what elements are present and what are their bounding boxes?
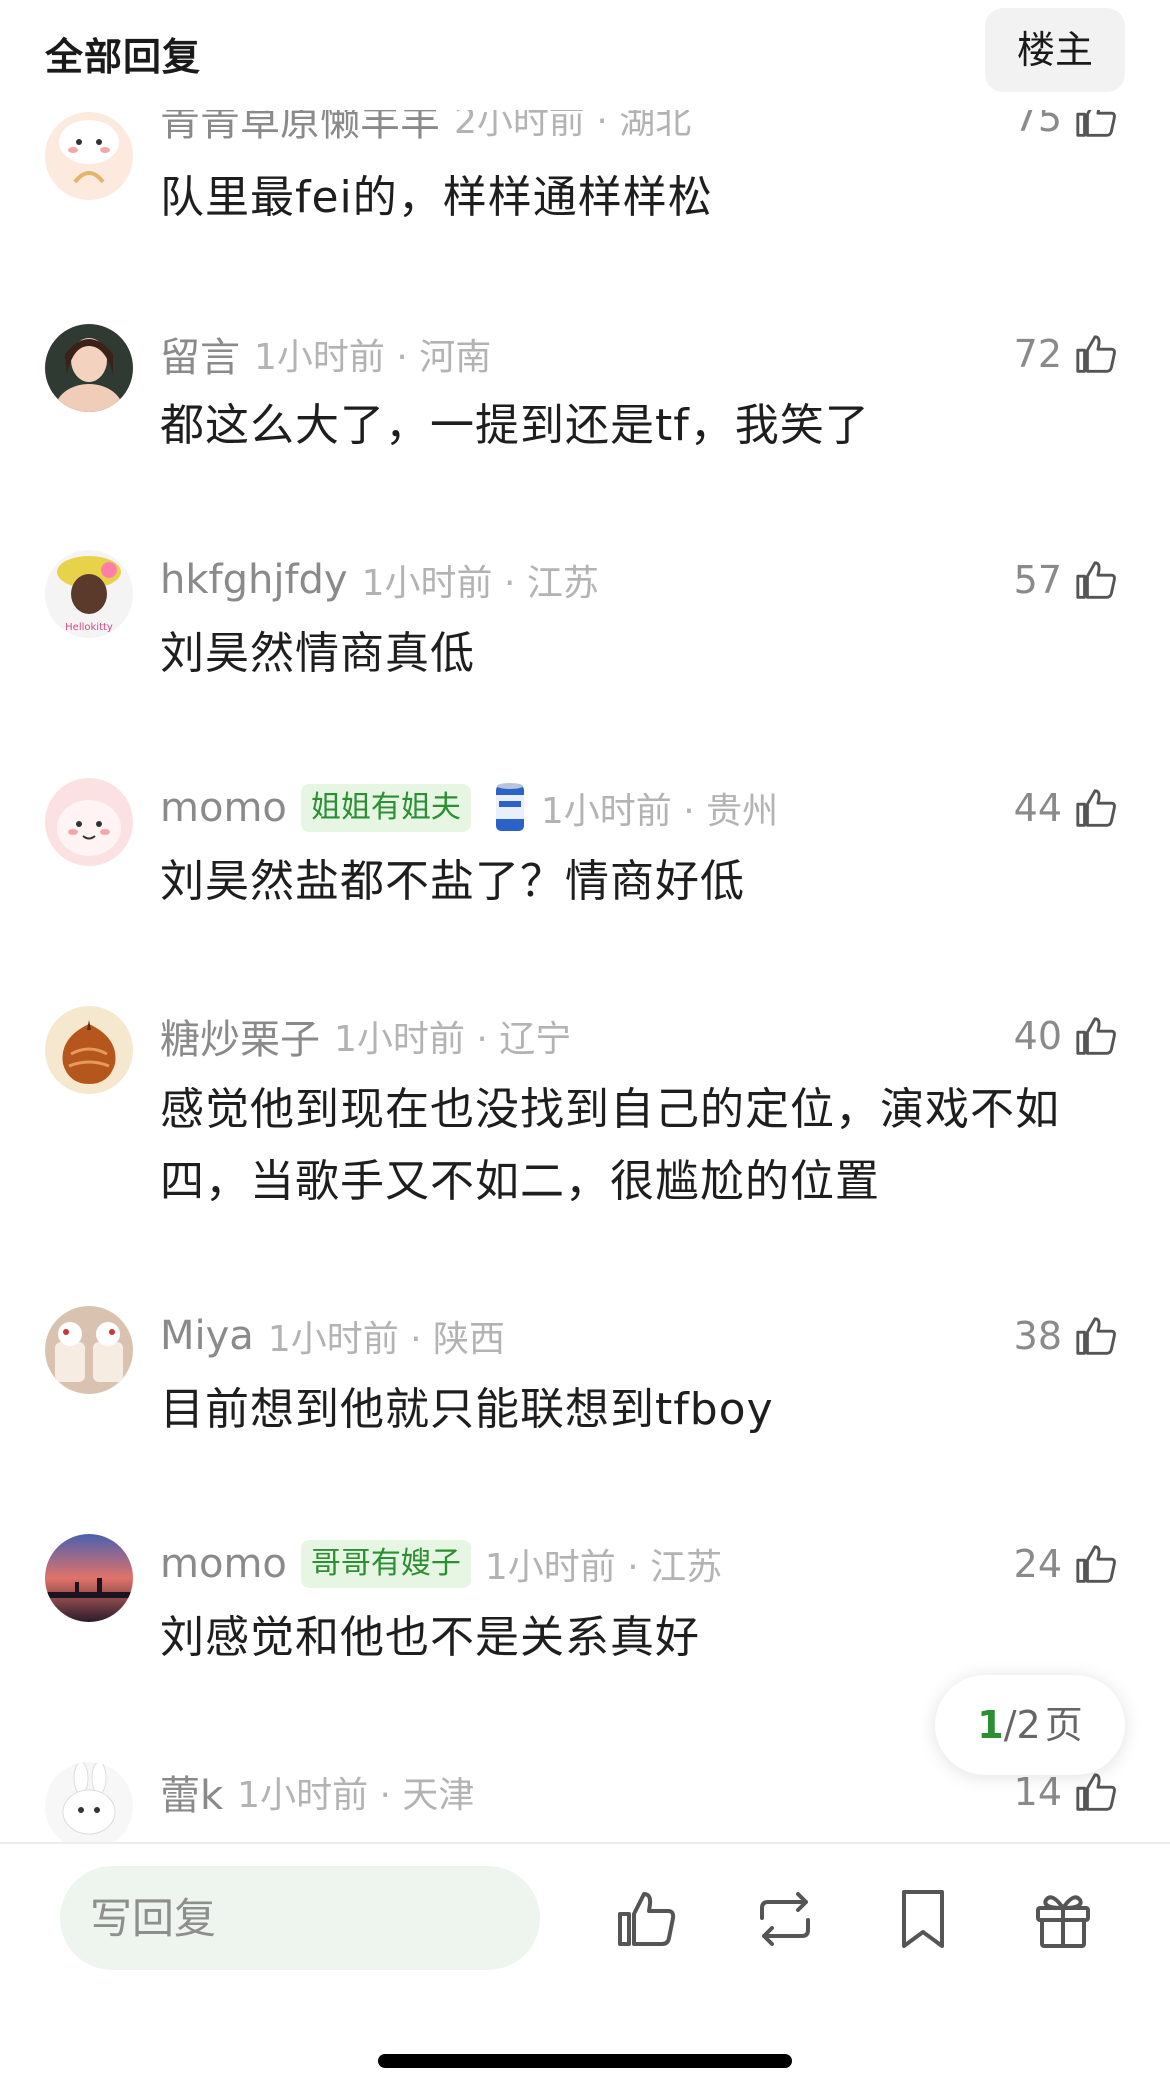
comment-text: 刘昊然情商真低	[160, 628, 475, 679]
thumbs-up-icon[interactable]	[1074, 1313, 1120, 1359]
bottom-action-bar	[0, 1842, 1170, 2093]
avatar[interactable]	[45, 1306, 133, 1394]
like-group[interactable]: 24	[1014, 1534, 1120, 1594]
avatar[interactable]	[45, 1006, 133, 1094]
comment-text: 刘感觉和他也不是关系真好	[160, 1612, 700, 1663]
timestamp-location: 1小时前 · 天津	[237, 1775, 475, 1816]
timestamp-location: 1小时前 · 江苏	[361, 563, 599, 604]
like-group[interactable]: 57	[1014, 550, 1120, 610]
comment-text: 目前想到他就只能联想到tfboy	[160, 1384, 774, 1435]
header-overlay	[0, 0, 1170, 110]
comment-text: 感觉他到现在也没找到自己的定位，演戏不如四，当歌手又不如二，很尴尬的位置	[160, 1084, 1060, 1207]
avatar[interactable]: Hellokitty	[45, 550, 133, 638]
can-icon	[471, 781, 527, 835]
avatar-caption: Hellokitty	[65, 622, 113, 633]
thumbs-up-icon[interactable]	[1074, 1541, 1120, 1587]
total-pages: /2	[1003, 1703, 1041, 1747]
thumbs-up-icon[interactable]	[1074, 557, 1120, 603]
home-indicator[interactable]	[378, 2054, 792, 2068]
timestamp-location: 1小时前 · 河南	[254, 337, 492, 378]
avatar[interactable]	[45, 112, 133, 200]
avatar[interactable]	[45, 778, 133, 866]
avatar[interactable]	[45, 1534, 133, 1622]
like-group[interactable]: 40	[1014, 1006, 1120, 1066]
like-group[interactable]: 44	[1014, 778, 1120, 838]
current-page: 1	[977, 1703, 1004, 1747]
like-count: 72	[1013, 332, 1062, 376]
like-count: 44	[1013, 786, 1062, 830]
username[interactable]: momo	[160, 1541, 287, 1587]
page-indicator[interactable]: 1/2 页	[935, 1675, 1125, 1775]
like-count: 57	[1013, 558, 1062, 602]
timestamp-location: 1小时前 · 贵州	[540, 791, 779, 832]
thumbs-up-icon[interactable]	[1074, 331, 1120, 377]
timestamp-location: 1小时前 · 江苏	[484, 1547, 723, 1588]
page-unit: 页	[1044, 1703, 1083, 1747]
like-group[interactable]: 38	[1014, 1306, 1120, 1366]
bookmark-icon[interactable]	[888, 1884, 958, 1954]
comment-text: 刘昊然盐都不盐了？情商好低	[160, 856, 745, 907]
username[interactable]: 蕾k	[160, 1763, 223, 1821]
like-count: 24	[1013, 1542, 1062, 1586]
timestamp-location: 1小时前 · 辽宁	[334, 1019, 572, 1060]
gift-icon[interactable]	[1028, 1884, 1098, 1954]
repost-icon[interactable]	[750, 1884, 820, 1954]
username[interactable]: 糖炒栗子	[160, 1007, 320, 1065]
user-badge: 姐姐有姐夫	[300, 784, 471, 832]
user-badge: 哥哥有嫂子	[300, 1540, 471, 1588]
username[interactable]: 留言	[160, 325, 240, 383]
thumbs-up-icon[interactable]	[1074, 1769, 1120, 1815]
like-count: 40	[1013, 1014, 1062, 1058]
comment-text: 队里最fei的，样样通样样松	[160, 172, 713, 223]
like-count: 14	[1013, 1770, 1062, 1814]
comment-text: 都这么大了，一提到还是tf，我笑了	[160, 400, 870, 451]
avatar[interactable]	[45, 324, 133, 412]
like-group[interactable]: 72	[1014, 324, 1120, 384]
avatar[interactable]	[45, 1762, 133, 1850]
like-count: 38	[1013, 1314, 1062, 1358]
thumbs-up-icon[interactable]	[1074, 785, 1120, 831]
like-icon[interactable]	[612, 1884, 682, 1954]
username[interactable]: Miya	[160, 1313, 254, 1359]
timestamp-location: 1小时前 · 陕西	[267, 1319, 506, 1360]
thumbs-up-icon[interactable]	[1074, 1013, 1120, 1059]
username[interactable]: hkfghjfdy	[160, 557, 348, 603]
reply-input[interactable]	[60, 1866, 540, 1970]
username[interactable]: momo	[160, 785, 287, 831]
